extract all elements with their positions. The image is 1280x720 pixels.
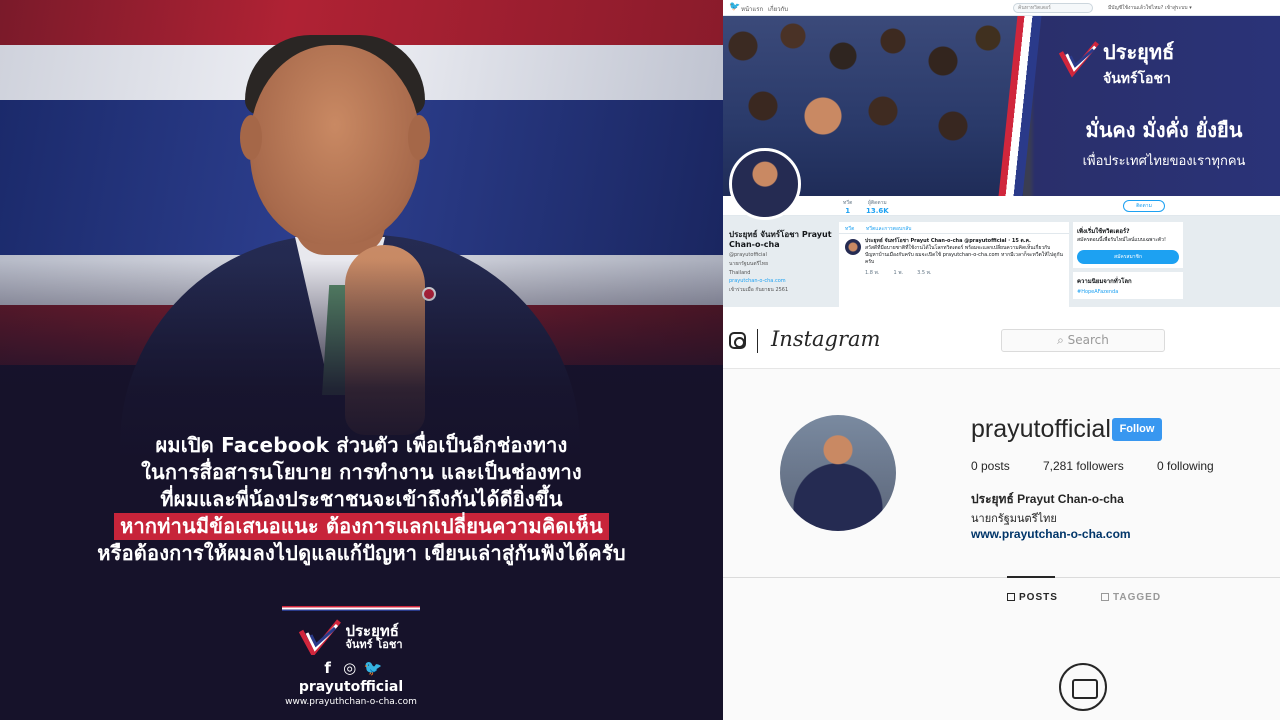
instagram-avatar[interactable] [780, 415, 896, 531]
tab-posts[interactable]: POSTS [1007, 592, 1058, 603]
like-count[interactable]: 3.5 พ. [917, 270, 931, 277]
twitter-website-link[interactable]: prayutchan-o-cha.com [729, 278, 839, 284]
poster-line: ที่ผมและพี่น้องประชาชนจะเข้าถึงกันได้ดีย… [160, 487, 563, 511]
twitter-banner: ประยุทธ์ จันทร์โอชา มั่นคง มั่งคั่ง ยั่ง… [723, 16, 1280, 196]
tabs-divider [723, 577, 1280, 578]
followers-stat[interactable]: ผู้ติดตาม 13.6K [866, 199, 889, 215]
instagram-logo[interactable]: Instagram [771, 327, 880, 351]
twitter-profile-screenshot: 🐦 หน้าแรก เกี่ยวกับ ค้นหาทวิตเตอร์ มีบัญ… [723, 0, 1280, 307]
banner-slogan: มั่นคง มั่งคั่ง ยั่งยืน [1085, 118, 1243, 142]
poster-line: ผมเปิด Facebook ส่วนตัว เพื่อเป็นอีกช่อง… [155, 433, 568, 457]
twitter-follow-button[interactable]: ติดตาม [1123, 200, 1165, 212]
twitter-handle: @prayutofficial [729, 252, 767, 258]
tab-tweets[interactable]: ทวีต [845, 226, 854, 232]
twitter-profile-navbar: ทวีต 1 ผู้ติดตาม 13.6K ติดตาม [723, 196, 1280, 216]
twitter-search-input[interactable]: ค้นหาทวิตเตอร์ [1013, 3, 1093, 13]
no-posts-camera-icon [1059, 663, 1107, 711]
tweet-text: สวัสดีที่มีอบายชาติที่ใช้งานได้ในโลกทวิต… [865, 245, 1063, 265]
poster-message: ผมเปิด Facebook ส่วนตัว เพื่อเป็นอีกช่อง… [0, 432, 723, 567]
poster-line: หรือต้องการให้ผมลงไปดูแลแก้ปัญหา เขียนเล… [97, 541, 626, 565]
tab-tagged[interactable]: TAGGED [1101, 592, 1161, 603]
signup-title: เพิ่งเริ่มใช้ทวิตเตอร์? [1077, 228, 1130, 235]
twitter-profile-name: ประยุทธ์ จันทร์โอชา Prayut Chan-o-cha [729, 230, 832, 249]
twitter-nav-home[interactable]: หน้าแรก [741, 4, 763, 14]
twitter-avatar[interactable] [729, 148, 801, 220]
following-count[interactable]: 0 following [1157, 459, 1214, 473]
signup-button[interactable]: สมัครสมาชิก [1077, 250, 1179, 264]
poster-line: ในการสื่อสารนโยบาย การทำงาน และเป็นช่องท… [141, 460, 582, 484]
checkmark-logo-icon [1059, 41, 1099, 78]
poster-image: ผมเปิด Facebook ส่วนตัว เพื่อเป็นอีกช่อง… [0, 0, 723, 720]
header-divider [757, 329, 758, 353]
tweet-item[interactable]: ประยุทธ์ จันทร์โอชา Prayut Chan-o-cha @p… [839, 234, 1069, 281]
instagram-profile-screenshot: Instagram ⌕ Search prayutofficial Follow… [723, 307, 1280, 720]
instagram-fullname: ประยุทธ์ Prayut Chan-o-cha [971, 492, 1124, 506]
active-tab-indicator [1007, 576, 1055, 578]
twitter-bio: นายกรัฐมนตรีไทย [729, 261, 769, 267]
banner-name: ประยุทธ์ [1103, 40, 1175, 64]
twitter-bird-icon[interactable]: 🐦 [729, 2, 740, 12]
poster-line-highlighted: หากท่านมีข้อเสนอแนะ ต้องการแลกเปลี่ยนควา… [114, 513, 609, 540]
facebook-icon: f [324, 659, 331, 677]
banner-subtitle: เพื่อประเทศไทยของเราทุกคน [1082, 154, 1246, 169]
instagram-follow-button[interactable]: Follow [1112, 418, 1162, 441]
poster-handle: prayutofficial [298, 679, 404, 695]
reply-count[interactable]: 1.8 พ. [865, 270, 879, 277]
instagram-icon: ◎ [343, 659, 357, 677]
twitter-profile-card: ประยุทธ์ จันทร์โอชา Prayut Chan-o-cha @p… [729, 228, 839, 294]
poster-url: www.prayuthchan-o-cha.com [285, 697, 417, 707]
trend-hashtag[interactable]: #HopeAFazenda [1077, 289, 1179, 295]
banner-surname: จันทร์โอชา [1103, 71, 1171, 87]
tab-tweets-replies[interactable]: ทวีตและการตอบกลับ [866, 226, 912, 232]
instagram-camera-icon[interactable] [729, 332, 746, 349]
twitter-joined: เข้าร่วมเมื่อ กันยายน 2561 [729, 287, 789, 293]
twitter-login-link[interactable]: มีบัญชีใช้งานแล้วใช่ไหม? เข้าสู่ระบบ ▾ [1108, 4, 1192, 12]
tweet-author: ประยุทธ์ จันทร์โอชา Prayut Chan-o-cha @p… [865, 238, 1031, 244]
followers-count[interactable]: 7,281 followers [1043, 459, 1124, 473]
instagram-bio: นายกรัฐมนตรีไทย [971, 512, 1057, 525]
logo-surname: จันทร์ โอชา [345, 638, 403, 652]
twitter-location: Thailand [729, 270, 751, 276]
twitter-icon: 🐦 [363, 659, 383, 677]
twitter-sidebar: เพิ่งเริ่มใช้ทวิตเตอร์? สมัครตอนนี้เพื่อ… [1073, 222, 1183, 303]
flag-bars [282, 606, 420, 611]
grid-icon [1007, 593, 1015, 601]
tweet-avatar [845, 239, 861, 255]
twitter-nav-about[interactable]: เกี่ยวกับ [768, 4, 788, 14]
instagram-search-input[interactable]: ⌕ Search [1001, 329, 1165, 352]
instagram-website-link[interactable]: www.prayutchan-o-cha.com [971, 527, 1131, 541]
tag-icon [1101, 593, 1109, 601]
retweet-count[interactable]: 1 พ. [893, 270, 903, 277]
tweets-stat[interactable]: ทวีต 1 [843, 199, 852, 215]
instagram-username: prayutofficial [971, 415, 1111, 443]
twitter-timeline: ทวีต ทวีตและการตอบกลับ ประยุทธ์ จันทร์โอ… [839, 222, 1069, 307]
posts-count: 0 posts [971, 459, 1010, 473]
twitter-topbar: 🐦 หน้าแรก เกี่ยวกับ ค้นหาทวิตเตอร์ มีบัญ… [723, 0, 1280, 16]
checkmark-logo-icon [299, 619, 342, 655]
trends-title: ความนิยมจากทั่วโลก [1077, 278, 1132, 285]
instagram-header: Instagram ⌕ Search [723, 307, 1280, 369]
logo-name: ประยุทธ์ [345, 621, 399, 640]
signup-text: สมัครตอนนี้เพื่อรับไทม์ไลน์แบบเฉพาะตัว! [1077, 237, 1166, 243]
social-icons: f ◎ 🐦 [280, 659, 422, 677]
brand-logo-block: ประยุทธ์ จันทร์ โอชา f ◎ 🐦 prayutofficia… [280, 606, 422, 707]
